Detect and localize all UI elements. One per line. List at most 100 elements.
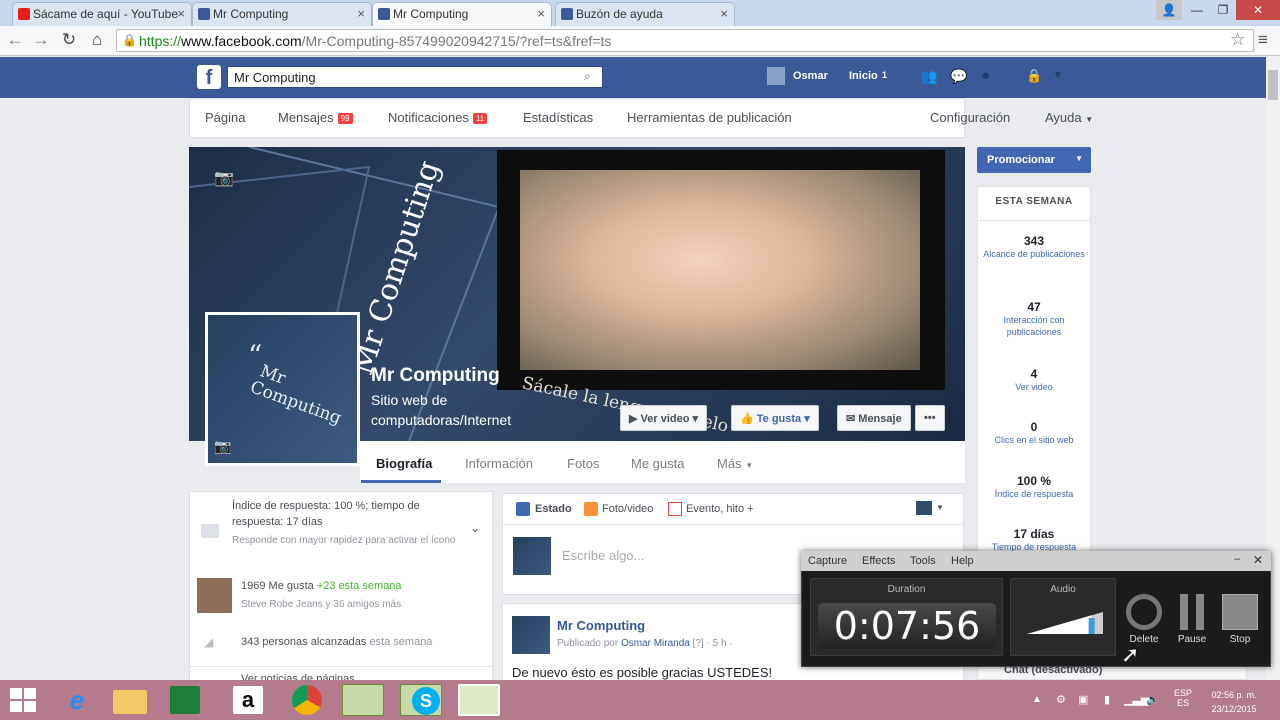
stat-clics[interactable]: 0 Clics en el sitio web (977, 420, 1091, 446)
minimize-icon[interactable]: — (1184, 0, 1210, 20)
minimize-icon[interactable]: – (1234, 553, 1240, 565)
search-input[interactable]: Mr Computing (227, 66, 603, 88)
camera-icon[interactable]: 📷 (214, 439, 231, 455)
url-bar[interactable]: 🔒 https://www.facebook.com/Mr-Computing-… (116, 29, 1254, 52)
nav-notificaciones[interactable]: Notificaciones 11 (388, 110, 488, 125)
menu-capture[interactable]: Capture (808, 555, 847, 567)
browser-tab-active[interactable]: Mr Computing × (372, 2, 552, 26)
nav-mensajes[interactable]: Mensajes 99 (278, 110, 353, 125)
close-icon[interactable]: ✕ (1253, 553, 1263, 567)
tab-mas[interactable]: Más ▼ (717, 456, 753, 471)
pause-icon[interactable] (1174, 594, 1210, 630)
nav-herramientas[interactable]: Herramientas de publicación (627, 110, 792, 125)
browser-tab[interactable]: Mr Computing × (192, 2, 372, 26)
post-author[interactable]: Mr Computing (557, 618, 645, 633)
promote-button[interactable]: Promocionar ▼ (977, 147, 1091, 173)
likes-friends[interactable]: Steve Robe Jeans y 36 amigos más (241, 599, 401, 610)
close-icon[interactable]: × (720, 6, 728, 21)
stat-tiempo-respuesta[interactable]: 17 días Tiempo de respuesta (977, 527, 1091, 553)
delete-icon[interactable] (1126, 594, 1162, 630)
camtasia-icon[interactable] (342, 684, 384, 716)
pencil-icon (516, 502, 530, 516)
nav-pagina[interactable]: Página (205, 110, 245, 125)
menu-icon[interactable]: ≡ (1258, 30, 1268, 50)
status-tab[interactable]: Estado (516, 502, 572, 516)
back-icon[interactable]: ← (4, 30, 26, 50)
restore-icon[interactable]: ❐ (1210, 0, 1236, 20)
profile-picture[interactable]: “ Mr Computing 📷 (205, 312, 360, 466)
menu-tools[interactable]: Tools (910, 555, 936, 567)
tray-app-icon[interactable]: ⚙ (1056, 693, 1066, 706)
messages-icon[interactable]: 💬 (950, 68, 967, 85)
battery-icon[interactable]: ▮ (1104, 693, 1110, 706)
windows-start-icon[interactable] (10, 688, 36, 712)
volume-icon[interactable]: 🔈 (1146, 693, 1160, 706)
close-icon[interactable]: × (537, 6, 545, 21)
stop-icon[interactable] (1222, 594, 1258, 630)
camera-icon[interactable]: 📷 (214, 168, 234, 188)
camtasia-active-icon[interactable] (458, 684, 500, 716)
response-hint: Responde con mayor rapidez para activar … (232, 535, 456, 546)
like-button[interactable]: 👍 Te gusta ▾ (731, 405, 819, 431)
avatar[interactable] (767, 67, 785, 85)
language-indicator[interactable]: ESP ES (1173, 688, 1193, 708)
nav-estadisticas[interactable]: Estadísticas (523, 110, 593, 125)
internet-explorer-icon[interactable]: e (56, 684, 98, 716)
menu-help[interactable]: Help (951, 555, 974, 567)
forward-icon[interactable]: → (30, 30, 52, 50)
reload-icon[interactable]: ↻ (58, 30, 80, 50)
skype-icon[interactable]: S (412, 687, 440, 715)
stat-alcance[interactable]: 343 Alcance de publicaciones (977, 234, 1091, 260)
reach-count[interactable]: 343 personas alcanzadas esta semana (241, 636, 432, 648)
amazon-icon[interactable]: a (233, 686, 263, 714)
account-menu-icon[interactable]: ▼ (1053, 70, 1063, 81)
privacy-lock-icon[interactable]: 🔒 (1026, 68, 1042, 84)
chevron-down-icon[interactable]: ⌄ (470, 521, 480, 535)
facebook-logo-icon[interactable]: f (197, 65, 221, 89)
event-tab[interactable]: Evento, hito + (668, 502, 754, 516)
stop-label[interactable]: Stop (1216, 634, 1264, 645)
tab-me-gusta[interactable]: Me gusta (631, 456, 684, 471)
audio-level-meter[interactable] (1025, 610, 1105, 636)
search-icon[interactable]: ⌕ (584, 69, 591, 84)
clock[interactable]: 02:56 p. m. 23/12/2015 (1206, 688, 1262, 716)
pause-label[interactable]: Pause (1168, 634, 1216, 645)
tab-biografia[interactable]: Biografía (376, 456, 432, 471)
close-icon[interactable]: × (357, 6, 365, 21)
stat-indice-respuesta[interactable]: 100 % Índice de respuesta (977, 474, 1091, 500)
scrollbar-thumb[interactable] (1268, 70, 1278, 100)
watch-video-button[interactable]: ▶ Ver video ▾ (620, 405, 708, 431)
spreadsheet-icon[interactable] (170, 686, 200, 714)
nav-ayuda[interactable]: Ayuda ▼ (1045, 110, 1093, 125)
chevron-down-icon[interactable]: ▼ (936, 503, 944, 512)
message-button[interactable]: ✉ Mensaje (837, 405, 911, 431)
composer-input[interactable]: Escribe algo... (562, 548, 644, 563)
more-options-button[interactable]: ••• (915, 405, 945, 431)
profile-link[interactable]: Osmar (793, 70, 828, 82)
menu-effects[interactable]: Effects (862, 555, 895, 567)
tab-informacion[interactable]: Información (465, 456, 533, 471)
likes-count[interactable]: 1969 Me gusta +23 esta semana (241, 580, 402, 592)
chrome-icon[interactable] (292, 685, 322, 715)
tab-fotos[interactable]: Fotos (567, 456, 600, 471)
star-icon[interactable]: ☆ (1230, 30, 1245, 50)
close-icon[interactable]: × (177, 6, 185, 21)
stat-ver-video[interactable]: 4 Ver video (977, 367, 1091, 393)
window-close-icon[interactable]: ✕ (1236, 0, 1280, 20)
friend-requests-icon[interactable]: 👥 (920, 68, 937, 85)
file-explorer-icon[interactable] (113, 690, 147, 714)
tray-up-icon[interactable]: ▲ (1032, 694, 1042, 705)
page-selector-icon[interactable] (916, 501, 932, 515)
friend-avatar[interactable] (197, 578, 232, 613)
notifications-globe-icon[interactable]: ● (981, 67, 990, 84)
browser-tab[interactable]: Buzón de ayuda × (555, 2, 735, 26)
tray-window-icon[interactable]: ▣ (1078, 693, 1088, 706)
photo-video-tab[interactable]: Foto/video (584, 502, 653, 516)
stat-interaccion[interactable]: 47 Interacción con publicaciones (977, 300, 1091, 338)
nav-configuracion[interactable]: Configuración (930, 110, 1010, 125)
home-icon[interactable]: ⌂ (86, 30, 108, 50)
browser-tab[interactable]: Sácame de aquí - YouTube × (12, 2, 192, 26)
home-link[interactable]: Inicio (849, 70, 878, 82)
user-icon[interactable]: 👤 (1156, 0, 1182, 20)
post-avatar[interactable] (512, 616, 550, 654)
